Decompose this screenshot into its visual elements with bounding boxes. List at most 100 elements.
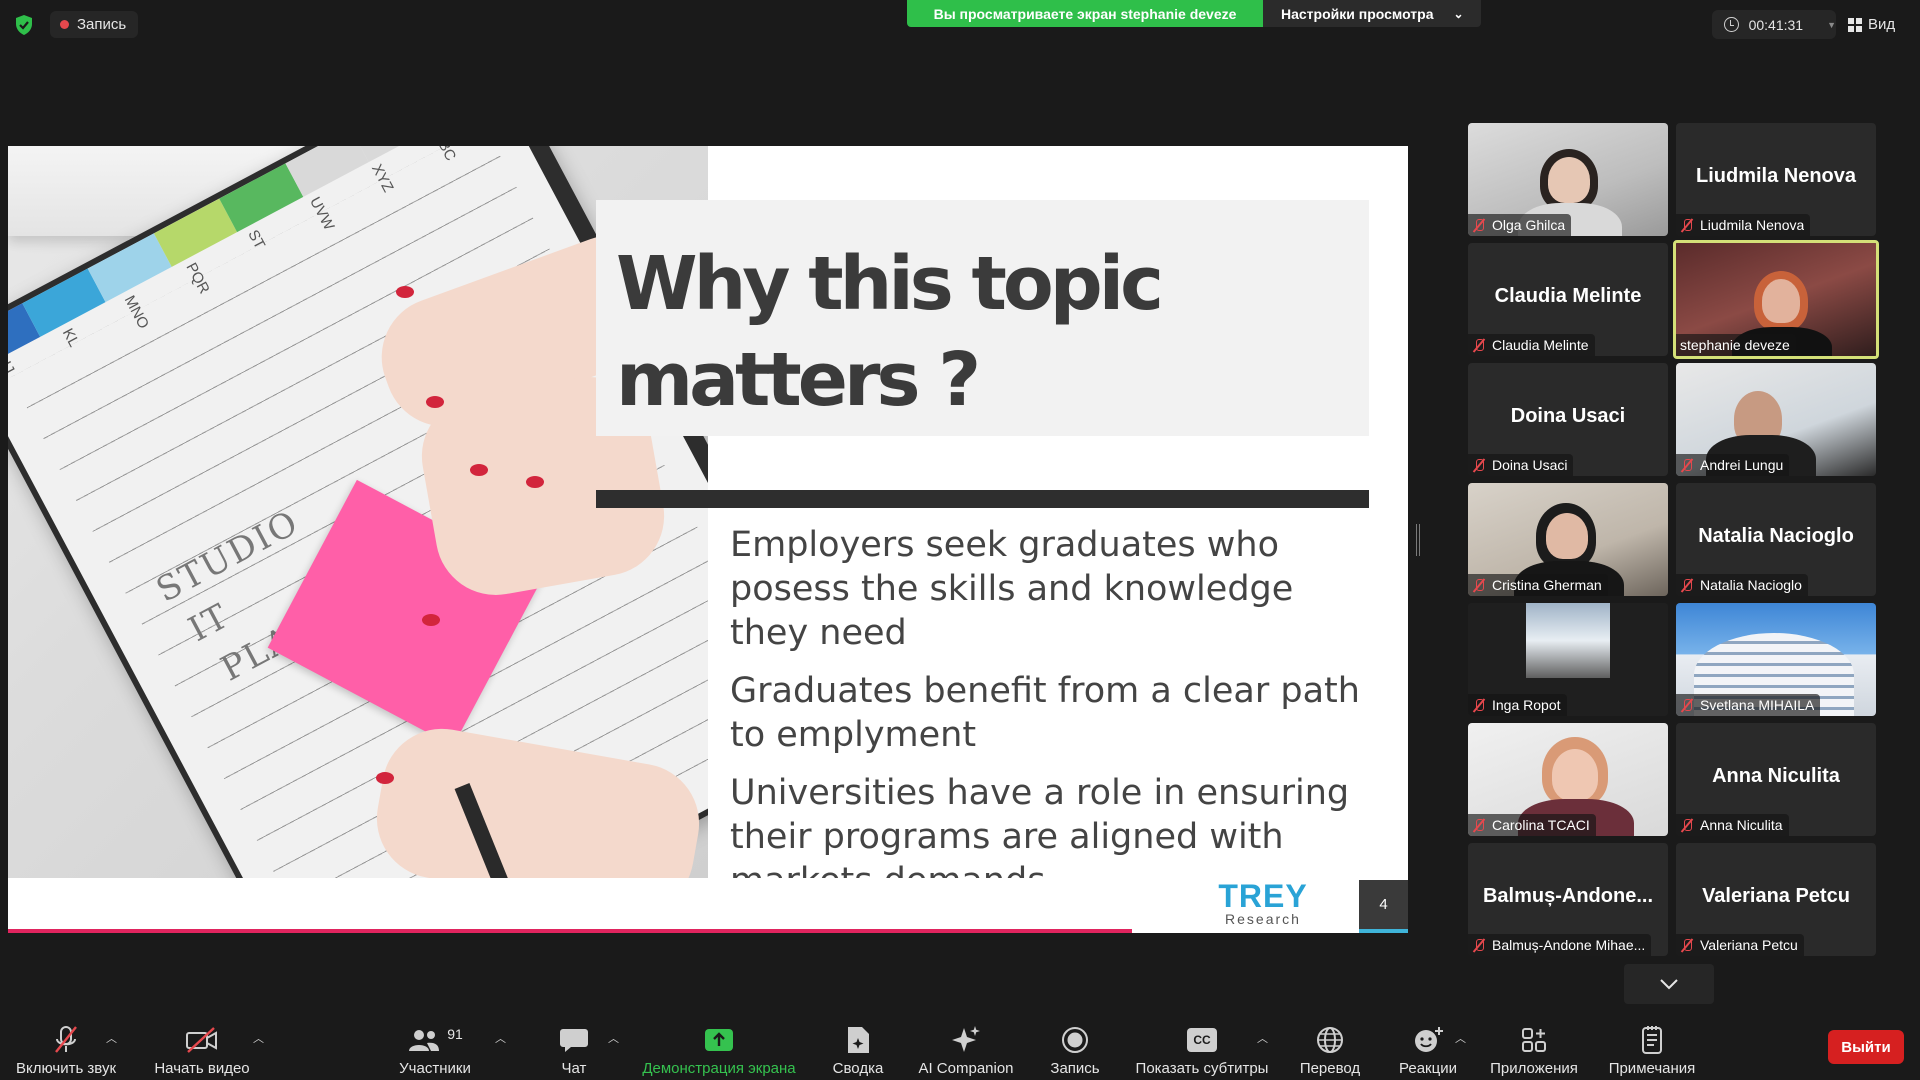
mic-muted-icon — [1680, 938, 1694, 952]
reactions-caret-icon[interactable]: ︿ — [1455, 1030, 1466, 1046]
participant-name: Balmuș-Andone Mihae... — [1492, 937, 1646, 953]
captions-caret-icon[interactable]: ︿ — [1257, 1030, 1268, 1046]
chevron-down-icon — [1660, 979, 1678, 990]
participant-tile[interactable]: Carolina TCACI — [1468, 723, 1668, 836]
participant-name: Liudmila Nenova — [1700, 217, 1805, 233]
participant-tile[interactable]: Liudmila Nenova Liudmila Nenova — [1676, 123, 1876, 236]
chat-icon — [560, 1029, 588, 1052]
apps-button[interactable]: Приложения — [1486, 1016, 1582, 1080]
globe-icon — [1317, 1027, 1343, 1053]
timer-value: 00:41:31 — [1748, 16, 1804, 33]
mic-muted-icon — [1472, 338, 1486, 352]
meeting-timer[interactable]: 00:41:31 ▼ — [1712, 10, 1836, 39]
grid-view-icon — [1848, 17, 1862, 32]
ai-sparkle-icon — [952, 1026, 980, 1052]
translate-button[interactable]: Перевод — [1292, 1016, 1368, 1080]
participant-display-name: Balmuș-Andone... — [1482, 885, 1653, 907]
translate-label: Перевод — [1299, 1060, 1361, 1077]
chat-label: Чат — [561, 1060, 587, 1077]
participant-tile-active-speaker[interactable]: stephanie deveze — [1673, 240, 1879, 359]
participant-display-name: Doina Usaci — [1510, 405, 1626, 427]
participant-tile[interactable]: Natalia Nacioglo Natalia Nacioglo — [1676, 483, 1876, 596]
participant-tile[interactable]: Balmuș-Andone... Balmuș-Andone Mihae... — [1468, 843, 1668, 956]
start-video-label: Начать видео — [154, 1060, 250, 1077]
video-off-icon — [186, 1027, 217, 1053]
unmute-label: Включить звук — [15, 1060, 117, 1077]
participant-tile[interactable]: Anna Niculita Anna Niculita — [1676, 723, 1876, 836]
participant-tile[interactable]: Olga Ghilca — [1468, 123, 1668, 236]
chat-button[interactable]: Чат — [548, 1016, 600, 1080]
mic-muted-icon — [1472, 818, 1486, 832]
participant-name: Claudia Melinte — [1492, 337, 1589, 353]
participant-tile[interactable]: Inga Ropot — [1468, 603, 1668, 716]
clock-icon — [1724, 17, 1739, 32]
mic-muted-icon — [1680, 458, 1694, 472]
title-divider — [596, 490, 1369, 508]
unmute-button[interactable]: Включить звук — [8, 1016, 124, 1080]
mic-muted-icon — [1472, 218, 1486, 232]
share-screen-icon — [705, 1029, 733, 1051]
reactions-button[interactable]: Реакции — [1392, 1016, 1464, 1080]
participants-button[interactable]: 91 Участники — [390, 1016, 480, 1080]
show-captions-button[interactable]: CC Показать субтитры — [1130, 1016, 1274, 1080]
smiley-icon — [1415, 1027, 1443, 1052]
slide-bullet: Employers seek graduates who posess the … — [730, 525, 1294, 653]
participant-name: Inga Ropot — [1492, 697, 1561, 713]
recording-dot-icon — [60, 20, 69, 29]
recording-indicator[interactable]: Запись — [50, 11, 139, 38]
slide-title: Why this topic matters ? — [616, 241, 1164, 423]
participants-caret-icon[interactable]: ︿ — [495, 1030, 506, 1046]
participant-tile[interactable]: Svetlana MIHAILA — [1676, 603, 1876, 716]
ai-companion-button[interactable]: AI Companion — [910, 1016, 1022, 1080]
summary-button[interactable]: Сводка — [823, 1016, 893, 1080]
slide-title-box: Why this topic matters ? — [596, 200, 1369, 436]
view-button[interactable]: Вид — [1848, 10, 1910, 39]
participant-name: Carolina TCACI — [1492, 817, 1590, 833]
participant-display-name: Natalia Nacioglo — [1698, 525, 1854, 547]
summary-label: Сводка — [832, 1060, 884, 1077]
share-screen-button[interactable]: Демонстрация экрана — [636, 1016, 802, 1080]
chat-caret-icon[interactable]: ︿ — [608, 1030, 619, 1046]
participant-name: stephanie deveze — [1680, 337, 1790, 353]
apps-icon — [1522, 1028, 1546, 1052]
view-options-label: Настройки просмотра — [1281, 5, 1434, 22]
notes-button[interactable]: Примечания — [1604, 1016, 1700, 1080]
meeting-toolbar: Включить звук ︿ Начать видео ︿ 91 Участн… — [0, 1016, 1920, 1080]
participant-tile[interactable]: Doina Usaci Doina Usaci — [1468, 363, 1668, 476]
closed-captions-icon: CC — [1187, 1028, 1217, 1052]
participant-name: Olga Ghilca — [1492, 217, 1566, 233]
audio-options-caret-icon[interactable]: ︿ — [106, 1030, 117, 1046]
gallery-scroll-down-button[interactable] — [1624, 964, 1714, 1004]
trey-research-logo: TREY Research — [1218, 878, 1308, 927]
mic-muted-icon — [1680, 578, 1694, 592]
participant-name: Natalia Nacioglo — [1700, 577, 1802, 593]
participant-name: Svetlana MIHAILA — [1700, 697, 1815, 713]
record-button[interactable]: Запись — [1040, 1016, 1110, 1080]
participant-tile[interactable]: Valeriana Petcu Valeriana Petcu — [1676, 843, 1876, 956]
shield-check-icon[interactable] — [12, 13, 36, 37]
participants-label: Участники — [399, 1060, 471, 1077]
share-screen-label: Демонстрация экрана — [642, 1060, 796, 1077]
mic-muted-icon — [1472, 698, 1486, 712]
resize-handle[interactable] — [1416, 524, 1420, 556]
leave-meeting-button[interactable]: Выйти — [1828, 1030, 1904, 1064]
top-bar: Запись Вы просматриваете экран stephanie… — [0, 0, 1920, 50]
video-options-caret-icon[interactable]: ︿ — [253, 1030, 264, 1046]
start-video-button[interactable]: Начать видео — [146, 1016, 258, 1080]
participants-icon — [409, 1030, 440, 1051]
slide-bullets: Employers seek graduates who posess the … — [730, 523, 1380, 917]
participant-tile[interactable]: Cristina Gherman — [1468, 483, 1668, 596]
summary-icon — [848, 1027, 869, 1053]
participant-tile[interactable]: Claudia Melinte Claudia Melinte — [1468, 243, 1668, 356]
participant-tile[interactable]: Andrei Lungu — [1676, 363, 1876, 476]
shared-screen-slide: IJKLMNOPQRSTUVWXYZABCSTUDIOITPLAN Why th… — [8, 146, 1408, 933]
participant-name: Cristina Gherman — [1492, 577, 1602, 593]
participant-name: Doina Usaci — [1492, 457, 1568, 473]
participants-count: 91 — [447, 1026, 463, 1042]
footer-accent-line — [8, 929, 1132, 933]
participant-display-name: Liudmila Nenova — [1695, 165, 1857, 187]
caret-down-icon: ▼ — [1827, 19, 1836, 30]
screen-share-banner: Вы просматриваете экран stephanie deveze — [907, 0, 1263, 27]
slide-bullet: Graduates benefit from a clear path to e… — [730, 671, 1360, 755]
view-options-button[interactable]: Настройки просмотра ⌄ — [1263, 0, 1481, 27]
